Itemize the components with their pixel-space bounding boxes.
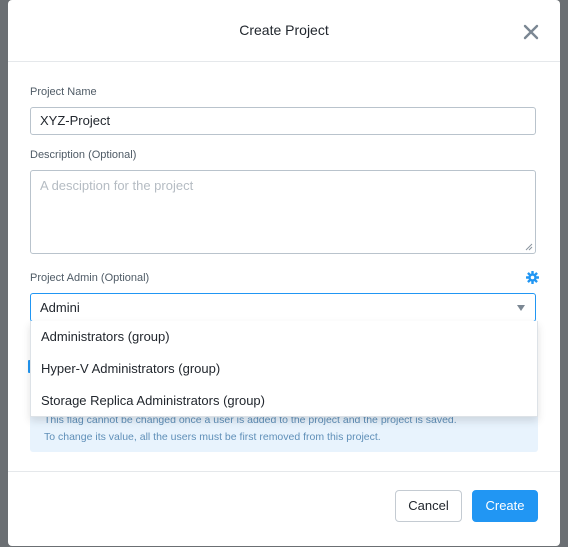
- dialog-header: Create Project: [8, 0, 560, 62]
- create-button[interactable]: Create: [472, 490, 538, 522]
- description-label: Description (Optional): [30, 149, 137, 161]
- dropdown-option[interactable]: Hyper-V Administrators (group): [31, 353, 537, 385]
- dialog-title: Create Project: [239, 22, 329, 38]
- dialog-footer: Cancel Create: [8, 471, 560, 547]
- project-admin-label: Project Admin (Optional): [30, 272, 150, 284]
- project-name-input[interactable]: XYZ-Project: [30, 107, 536, 135]
- create-project-dialog: Create Project Project Name XYZ-Project …: [8, 0, 560, 546]
- description-textarea[interactable]: A desciption for the project: [30, 170, 536, 254]
- info-line-2: To change its value, all the users must …: [44, 431, 381, 443]
- project-admin-value: Admini: [40, 300, 80, 315]
- dropdown-option[interactable]: Administrators (group): [31, 321, 537, 353]
- gear-icon[interactable]: [526, 271, 539, 284]
- dropdown-option[interactable]: Storage Replica Administrators (group): [31, 385, 537, 417]
- chevron-down-icon[interactable]: [517, 305, 525, 311]
- project-admin-dropdown: Administrators (group) Hyper-V Administr…: [30, 321, 538, 417]
- close-icon[interactable]: [520, 21, 542, 43]
- description-placeholder: A desciption for the project: [40, 178, 194, 193]
- project-admin-select[interactable]: Admini: [30, 293, 536, 322]
- info-text: This flag cannot be changed once a user …: [44, 412, 528, 446]
- project-name-value: XYZ-Project: [40, 113, 111, 128]
- cancel-button[interactable]: Cancel: [395, 490, 462, 522]
- project-name-label: Project Name: [30, 86, 97, 98]
- resize-handle-icon[interactable]: [525, 243, 533, 251]
